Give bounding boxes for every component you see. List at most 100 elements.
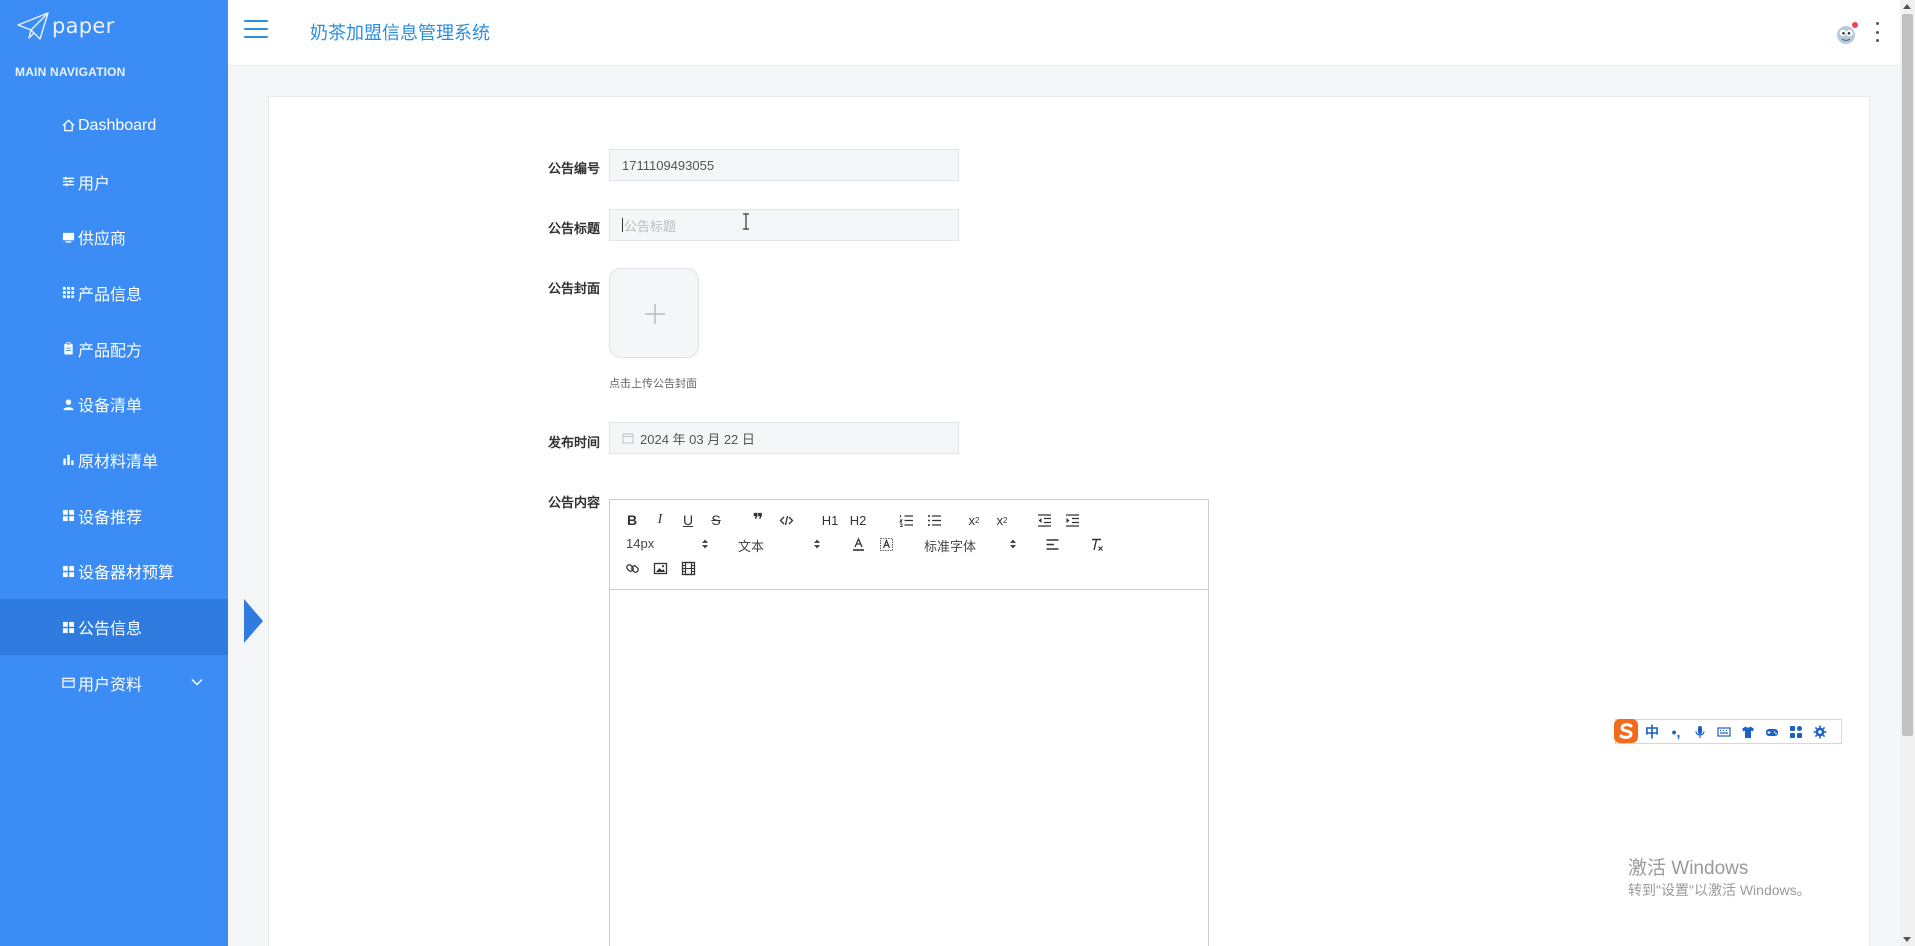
notice-title-input[interactable]: 公告标题 (609, 209, 959, 241)
background-color-icon[interactable] (876, 534, 896, 554)
sidebar: paper MAIN NAVIGATION Dashboard 用户 供应商 产… (0, 0, 263, 946)
game-icon[interactable] (1760, 721, 1784, 743)
bold-icon[interactable]: B (622, 510, 642, 530)
plus-icon (645, 304, 665, 324)
bar-chart-icon (61, 453, 75, 467)
clear-format-icon[interactable] (1086, 534, 1106, 554)
video-icon[interactable] (678, 558, 698, 578)
font-family-select[interactable]: 标准字体 (924, 536, 1019, 555)
keyboard-icon[interactable] (1712, 721, 1736, 743)
toolbox-icon[interactable] (1784, 721, 1808, 743)
strikethrough-icon[interactable]: S (706, 510, 726, 530)
notice-cover-label: 公告封面 (547, 281, 600, 296)
font-size-select[interactable]: 14px (626, 536, 711, 551)
text-color-icon[interactable] (848, 534, 868, 554)
image-icon[interactable] (650, 558, 670, 578)
notice-title-placeholder: 公告标题 (624, 218, 677, 234)
font-size-value: 14px (626, 536, 655, 551)
avatar[interactable] (1834, 20, 1860, 46)
sliders-icon (61, 175, 75, 189)
activation-watermark-title: 激活 Windows (1628, 858, 1749, 879)
sidebar-item-label: 产品信息 (78, 286, 143, 304)
header-format-select[interactable]: 文本 (738, 536, 823, 555)
settings-icon[interactable] (1808, 721, 1832, 743)
card-icon (61, 676, 75, 690)
sidebar-item-label: 供应商 (78, 231, 127, 249)
select-arrows-icon (1010, 539, 1016, 549)
skin-icon[interactable] (1736, 721, 1760, 743)
apps-icon (61, 620, 75, 634)
menu-toggle-icon[interactable] (244, 20, 268, 40)
sidebar-item-suppliers[interactable]: 供应商 (0, 209, 228, 265)
cover-upload-button[interactable] (609, 268, 699, 358)
page-scrollbar[interactable] (1900, 0, 1915, 946)
sidebar-item-dashboard[interactable]: Dashboard (0, 98, 228, 154)
sidebar-item-equipment[interactable]: 设备清单 (0, 376, 228, 432)
text-cursor-icon (743, 213, 749, 230)
nav-heading: MAIN NAVIGATION (15, 65, 126, 79)
sidebar-item-recommend[interactable]: 设备推荐 (0, 488, 228, 544)
main-nav: Dashboard 用户 供应商 产品信息 产品配方 设备清单 原材料清单 设备… (0, 98, 263, 711)
microphone-icon[interactable] (1688, 721, 1712, 743)
notice-number-field[interactable]: 1711109493055 (609, 149, 959, 181)
sogou-logo-icon[interactable] (1612, 717, 1640, 745)
sidebar-item-label: 设备器材预算 (78, 565, 175, 583)
h1-icon[interactable]: H1 (818, 510, 842, 530)
brand-logo[interactable]: paper (16, 10, 115, 42)
sidebar-item-materials[interactable]: 原材料清单 (0, 432, 228, 488)
outdent-icon[interactable] (1034, 510, 1054, 530)
sidebar-item-label: 设备推荐 (78, 509, 143, 527)
indent-icon[interactable] (1062, 510, 1082, 530)
ime-toolbar: 中 •, (1612, 717, 1842, 745)
ime-punctuation[interactable]: •, (1664, 721, 1688, 743)
sidebar-item-label: 产品配方 (78, 342, 143, 360)
code-block-icon[interactable] (776, 510, 796, 530)
brand-name: paper (52, 14, 115, 38)
publish-date-value: 2024 年 03 月 22 日 (640, 431, 755, 447)
user-icon (61, 397, 75, 411)
subscript-icon[interactable]: x2 (964, 510, 984, 530)
header-format-value: 文本 (738, 539, 765, 554)
home-icon (61, 119, 75, 133)
italic-icon[interactable]: I (650, 510, 670, 530)
sidebar-item-label: 原材料清单 (78, 453, 159, 471)
editor-content-area[interactable] (610, 590, 1208, 946)
paper-plane-icon (17, 12, 49, 40)
sidebar-item-recipes[interactable]: 产品配方 (0, 321, 228, 377)
publish-date-picker[interactable]: 2024 年 03 月 22 日 (609, 422, 959, 454)
superscript-icon[interactable]: x2 (992, 510, 1012, 530)
select-arrows-icon (702, 539, 708, 549)
sidebar-item-products[interactable]: 产品信息 (0, 265, 228, 321)
scroll-down-icon[interactable] (1903, 937, 1911, 942)
ordered-list-icon[interactable] (896, 510, 916, 530)
apps-icon (61, 509, 75, 523)
scrollbar-thumb[interactable] (1902, 14, 1913, 736)
h2-label: H2 (849, 512, 867, 528)
h2-icon[interactable]: H2 (846, 510, 870, 530)
app-title: 奶茶加盟信息管理系统 (310, 23, 490, 43)
more-options-icon[interactable] (1874, 22, 1880, 42)
align-icon[interactable] (1042, 534, 1062, 554)
sidebar-item-users[interactable]: 用户 (0, 154, 228, 210)
underline-icon[interactable]: U (678, 510, 698, 530)
chevron-down-icon[interactable] (190, 675, 204, 689)
apps-icon (61, 564, 75, 578)
h1-label: H1 (821, 512, 839, 528)
ime-chinese-mode[interactable]: 中 (1640, 721, 1664, 743)
link-icon[interactable] (622, 558, 642, 578)
cover-upload-hint: 点击上传公告封面 (609, 378, 697, 390)
sidebar-item-notices[interactable]: 公告信息 (0, 599, 263, 655)
bullet-list-icon[interactable] (924, 510, 944, 530)
editor-toolbar: B I U S ❞ H1 H2 x2 x2 14px 文本 标准字体 (610, 500, 1208, 590)
sidebar-item-label: 用户资料 (78, 676, 143, 694)
notice-content-label: 公告内容 (547, 495, 600, 510)
calendar-icon (622, 433, 634, 444)
blockquote-icon[interactable]: ❞ (748, 510, 768, 530)
sidebar-item-budget[interactable]: 设备器材预算 (0, 544, 228, 600)
scroll-up-icon[interactable] (1903, 4, 1911, 9)
sidebar-item-profile[interactable]: 用户资料 (0, 655, 228, 711)
font-family-value: 标准字体 (924, 539, 977, 554)
clipboard-icon (61, 342, 75, 356)
publish-date-label: 发布时间 (547, 435, 600, 450)
notice-number-value: 1711109493055 (622, 157, 715, 173)
